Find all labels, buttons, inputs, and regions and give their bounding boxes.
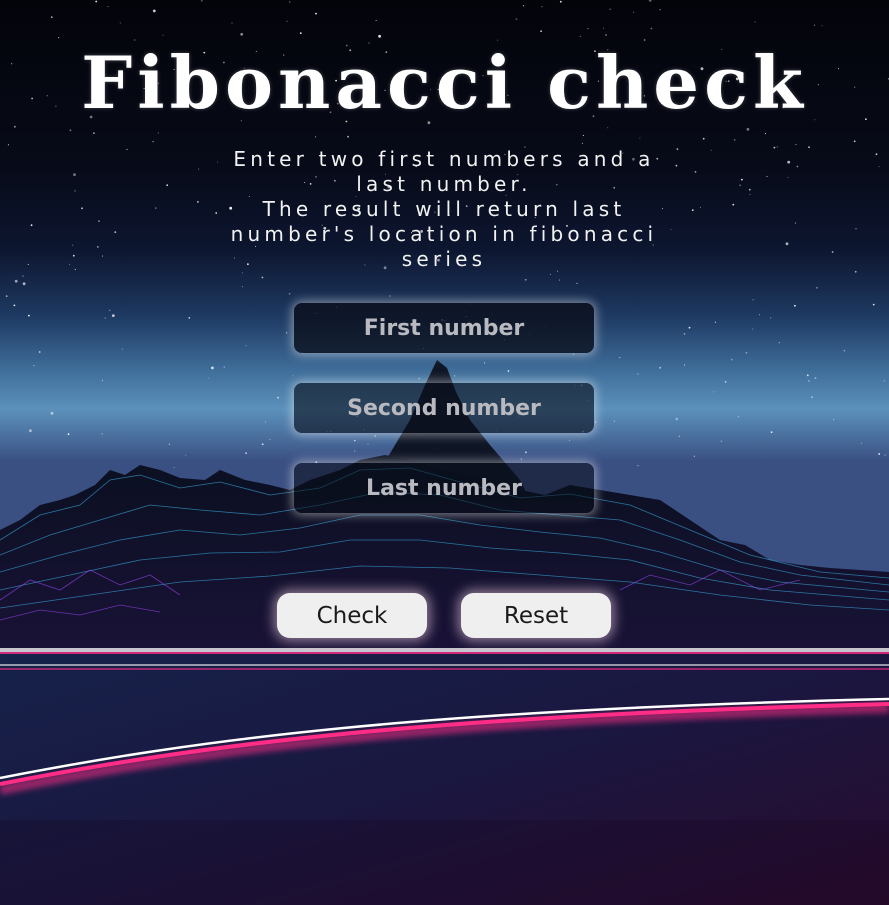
last-number-input[interactable]	[294, 463, 594, 513]
check-button[interactable]: Check	[277, 593, 427, 638]
instructions-line: number's location in fibonacci	[230, 222, 658, 246]
second-number-input[interactable]	[294, 383, 594, 433]
reset-button[interactable]: Reset	[461, 593, 611, 638]
instructions-line: Enter two first numbers and a	[233, 147, 655, 171]
main-content: Fibonacci check Enter two first numbers …	[0, 0, 889, 905]
instructions-line: last number.	[356, 172, 532, 196]
instructions-text: Enter two first numbers and a last numbe…	[214, 147, 674, 272]
first-number-input[interactable]	[294, 303, 594, 353]
instructions-line: series	[401, 247, 487, 271]
page-title: Fibonacci check	[81, 40, 808, 125]
instructions-line: The result will return last	[262, 197, 626, 221]
